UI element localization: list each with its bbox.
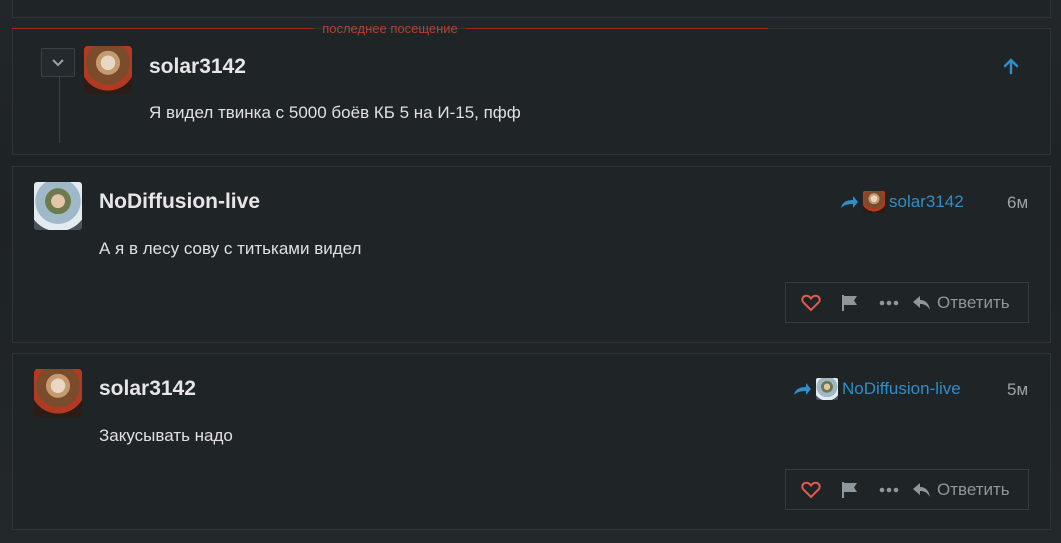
arrow-up-icon[interactable] xyxy=(1002,57,1020,75)
more-button[interactable] xyxy=(874,470,904,509)
mini-avatar xyxy=(863,191,885,213)
reply-to-link[interactable]: NoDiffusion-live xyxy=(792,378,961,400)
post-text: А я в лесу сову с титьками видел xyxy=(99,239,362,258)
heart-icon xyxy=(801,481,821,498)
last-visit-label: последнее посещение xyxy=(322,20,458,36)
flag-icon xyxy=(842,294,857,311)
reply-arrow-icon xyxy=(794,383,811,395)
last-visit-divider: последнее посещение xyxy=(12,20,768,36)
comments-page: solar3142 Я видел твинка с 5000 боёв КБ … xyxy=(0,0,1061,543)
post-actions: Ответить xyxy=(785,469,1029,510)
reply-to-username[interactable]: solar3142 xyxy=(889,192,964,212)
previous-post-edge xyxy=(12,0,1051,18)
post-text: Я видел твинка с 5000 боёв КБ 5 на И-15,… xyxy=(149,103,521,122)
more-icon xyxy=(879,487,899,492)
post-time[interactable]: 6м xyxy=(1007,193,1028,213)
divider-line xyxy=(465,27,768,29)
username[interactable]: solar3142 xyxy=(149,55,246,79)
post-time[interactable]: 5м xyxy=(1007,380,1028,400)
post-text: Закусывать надо xyxy=(99,426,233,445)
flag-button[interactable] xyxy=(826,470,874,509)
username[interactable]: NoDiffusion-live xyxy=(99,190,260,214)
mini-avatar xyxy=(816,378,838,400)
reply-to-link[interactable]: solar3142 xyxy=(839,191,964,213)
flag-button[interactable] xyxy=(826,283,874,322)
heart-icon xyxy=(801,294,821,311)
more-button[interactable] xyxy=(874,283,904,322)
like-button[interactable] xyxy=(796,470,826,509)
reply-arrow-icon xyxy=(841,196,858,208)
collapse-button[interactable] xyxy=(41,48,75,77)
quoted-post: solar3142 Я видел твинка с 5000 боёв КБ … xyxy=(12,28,1051,155)
reply-to-username[interactable]: NoDiffusion-live xyxy=(842,379,961,399)
username[interactable]: solar3142 xyxy=(99,377,196,401)
divider-line xyxy=(12,27,315,29)
thread-line xyxy=(59,77,60,143)
comment: solar3142 Закусывать надо NoDiffusion-li… xyxy=(12,353,1051,530)
post-actions: Ответить xyxy=(785,282,1029,323)
avatar[interactable] xyxy=(34,369,82,417)
reply-icon xyxy=(913,295,930,310)
avatar[interactable] xyxy=(84,46,132,94)
flag-icon xyxy=(842,481,857,498)
reply-label: Ответить xyxy=(937,479,1010,499)
like-button[interactable] xyxy=(796,283,826,322)
more-icon xyxy=(879,300,899,305)
reply-button[interactable]: Ответить xyxy=(904,283,1010,322)
reply-icon xyxy=(913,482,930,497)
chevron-down-icon xyxy=(52,58,64,66)
reply-button[interactable]: Ответить xyxy=(904,470,1010,509)
avatar[interactable] xyxy=(34,182,82,230)
comment: NoDiffusion-live А я в лесу сову с титьк… xyxy=(12,166,1051,343)
reply-label: Ответить xyxy=(937,292,1010,312)
